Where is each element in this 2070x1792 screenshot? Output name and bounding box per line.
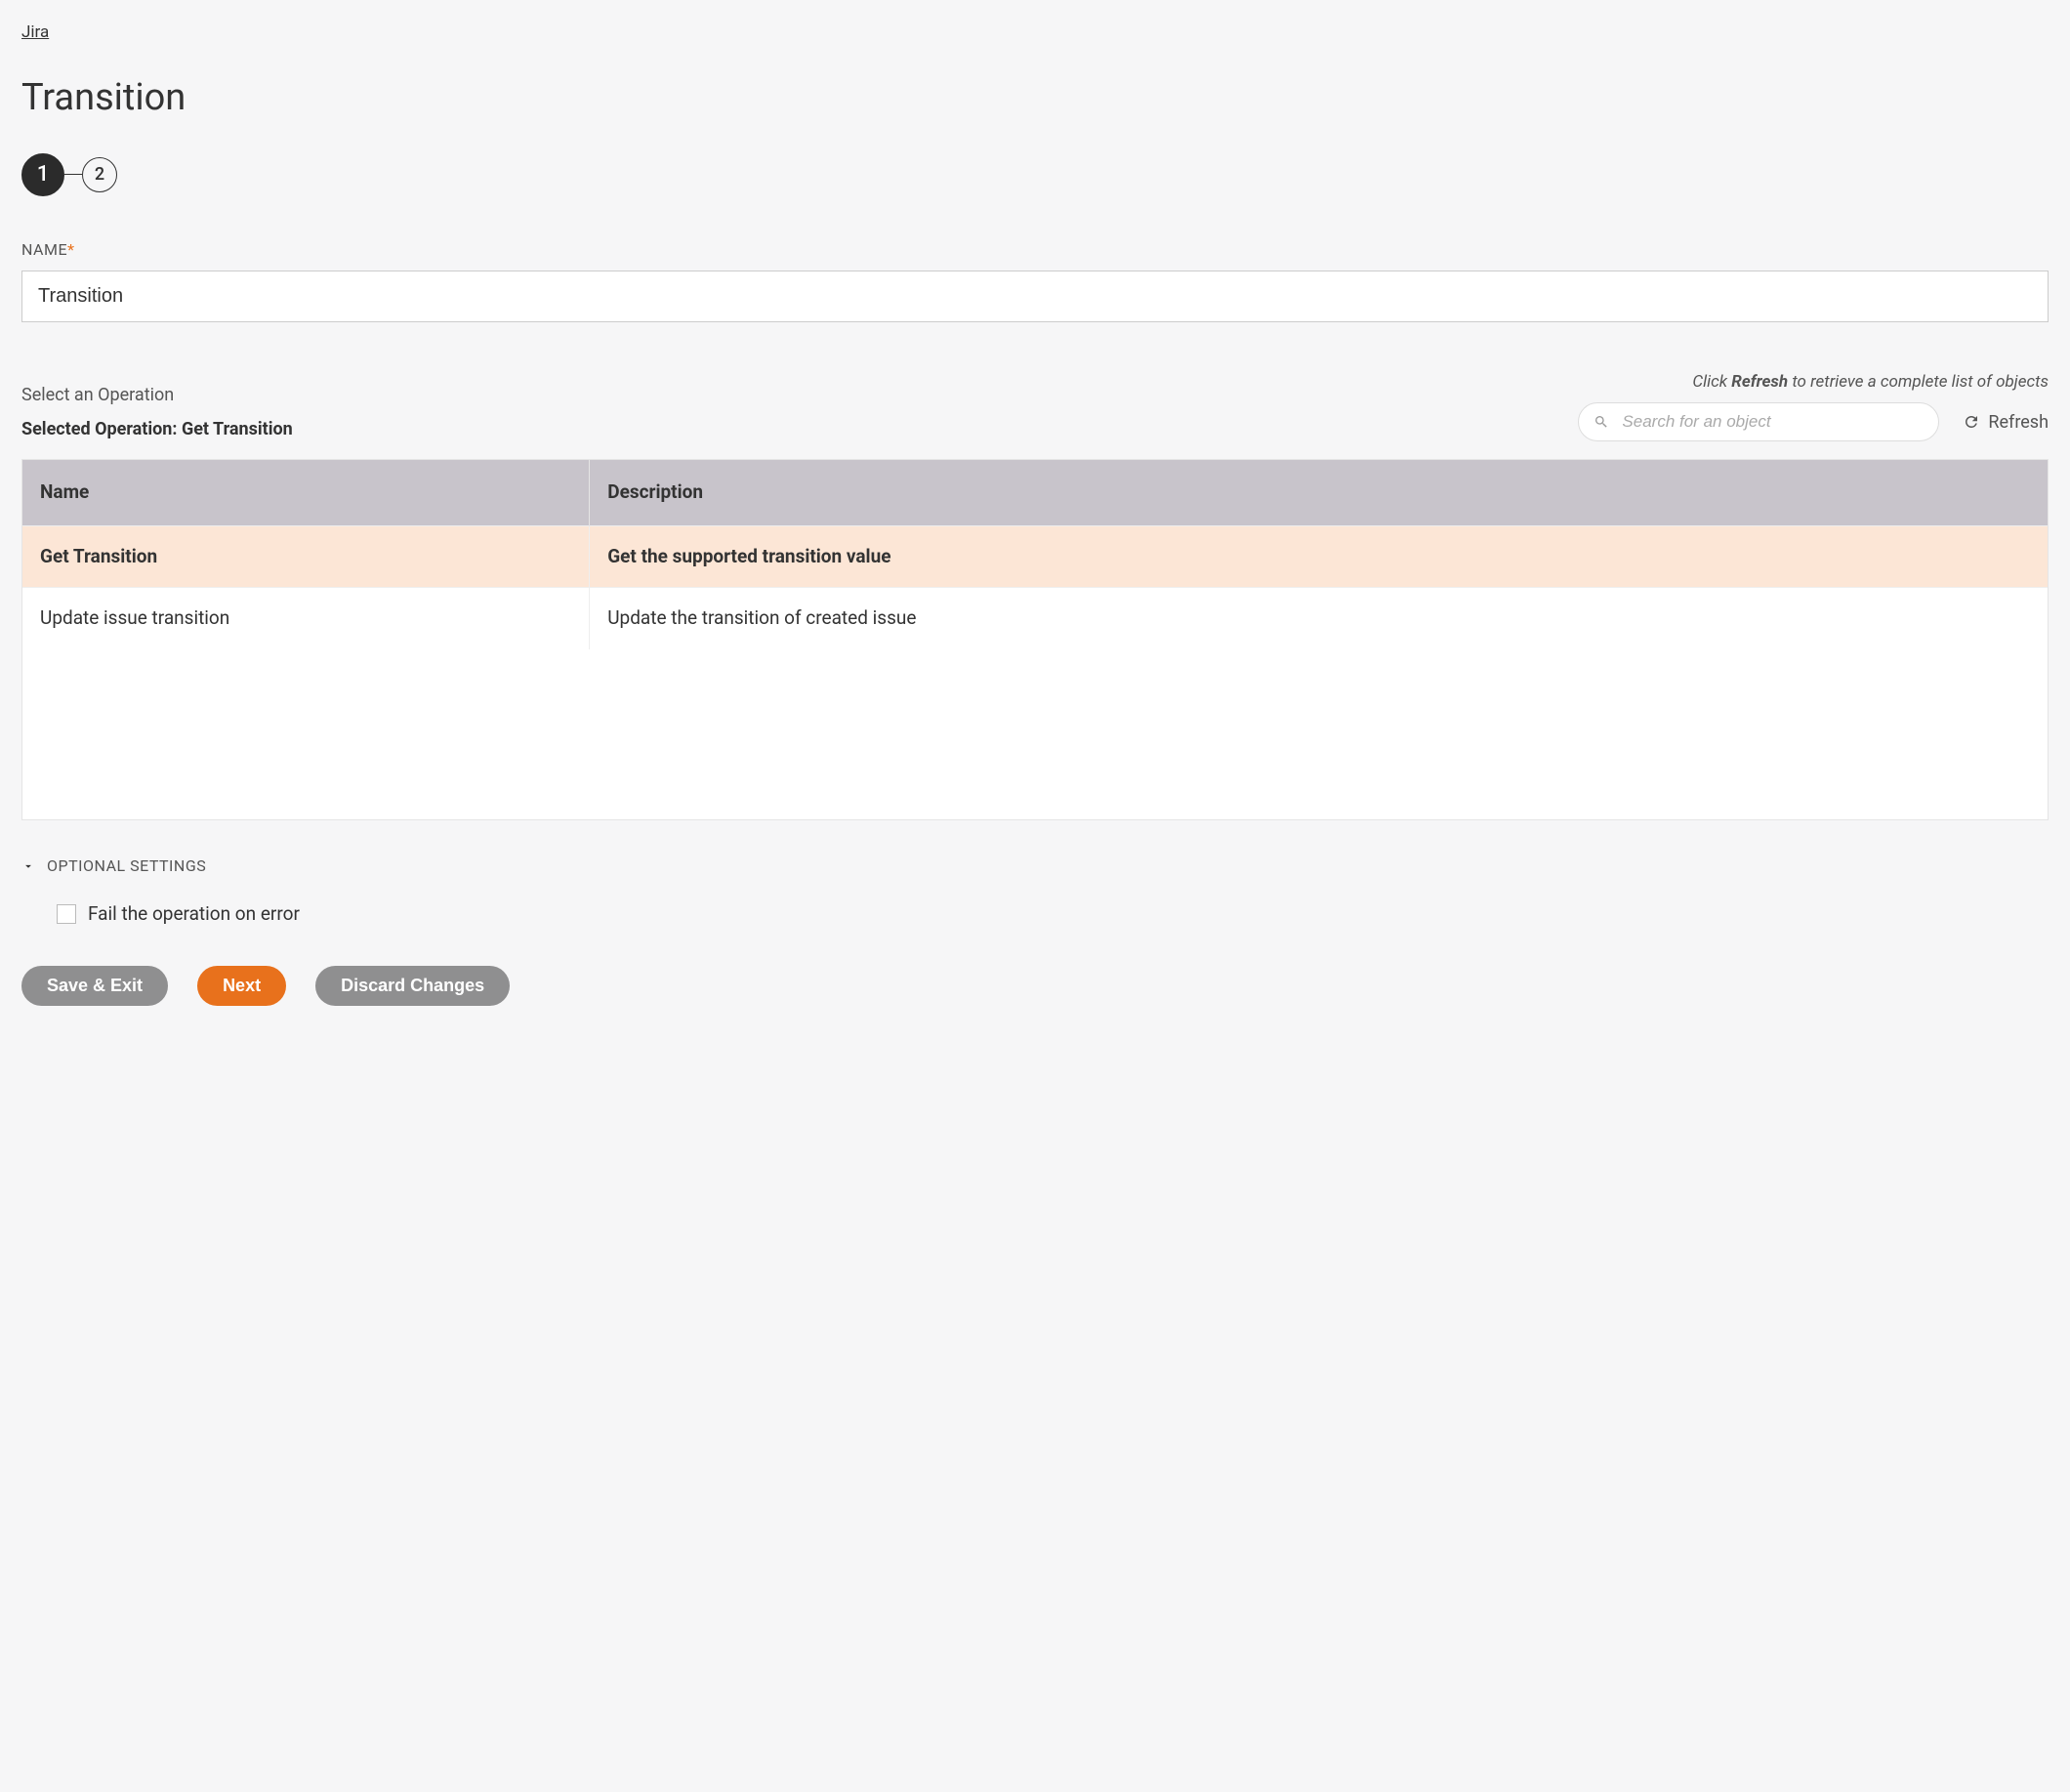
save-exit-button[interactable]: Save & Exit bbox=[21, 966, 168, 1006]
step-connector bbox=[64, 174, 82, 175]
search-input[interactable] bbox=[1578, 402, 1939, 441]
refresh-button[interactable]: Refresh bbox=[1963, 410, 2049, 435]
refresh-hint-prefix: Click bbox=[1692, 372, 1731, 392]
name-label: NAME* bbox=[21, 239, 2049, 261]
row-description: Update the transition of created issue bbox=[590, 588, 2048, 649]
selected-operation: Selected Operation: Get Transition bbox=[21, 417, 293, 441]
required-star: * bbox=[67, 240, 74, 259]
step-2[interactable]: 2 bbox=[82, 157, 117, 192]
fail-on-error-label: Fail the operation on error bbox=[88, 901, 300, 928]
refresh-label: Refresh bbox=[1988, 410, 2049, 435]
optional-settings-toggle[interactable]: OPTIONAL SETTINGS bbox=[21, 855, 2049, 877]
name-label-text: NAME bbox=[21, 240, 67, 259]
optional-settings-label: OPTIONAL SETTINGS bbox=[47, 855, 206, 877]
table-row[interactable]: Get TransitionGet the supported transiti… bbox=[22, 525, 2048, 588]
step-1[interactable]: 1 bbox=[21, 153, 64, 196]
refresh-hint-suffix: to retrieve a complete list of objects bbox=[1788, 372, 2049, 392]
page-title: Transition bbox=[21, 72, 2049, 124]
row-name: Get Transition bbox=[22, 525, 590, 588]
row-description: Get the supported transition value bbox=[590, 525, 2048, 588]
refresh-hint: Click Refresh to retrieve a complete lis… bbox=[1578, 371, 2049, 395]
selected-operation-prefix: Selected Operation: bbox=[21, 419, 182, 439]
table-row[interactable]: Update issue transitionUpdate the transi… bbox=[22, 588, 2048, 649]
select-operation-label: Select an Operation bbox=[21, 383, 293, 407]
column-description: Description bbox=[590, 460, 2048, 525]
column-name: Name bbox=[22, 460, 590, 525]
name-input[interactable] bbox=[21, 271, 2049, 322]
search-icon bbox=[1594, 414, 1609, 430]
refresh-hint-strong: Refresh bbox=[1731, 372, 1788, 392]
chevron-down-icon bbox=[21, 859, 35, 873]
next-button[interactable]: Next bbox=[197, 966, 286, 1006]
stepper: 1 2 bbox=[21, 153, 2049, 196]
selected-operation-value: Get Transition bbox=[182, 419, 293, 439]
discard-changes-button[interactable]: Discard Changes bbox=[315, 966, 510, 1006]
row-name: Update issue transition bbox=[22, 588, 590, 649]
breadcrumb-jira[interactable]: Jira bbox=[21, 21, 49, 45]
fail-on-error-checkbox[interactable] bbox=[57, 904, 76, 924]
operations-table: Name Description Get TransitionGet the s… bbox=[21, 459, 2049, 820]
refresh-icon bbox=[1963, 413, 1980, 431]
